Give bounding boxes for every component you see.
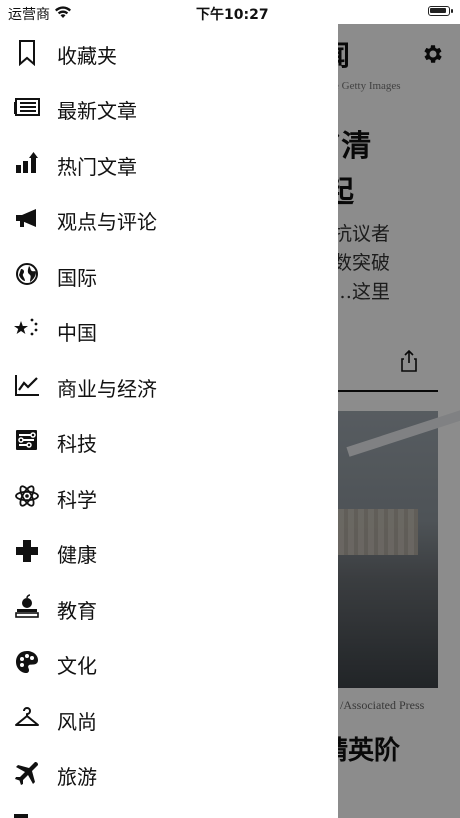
menu-item-label: 热门文章 [57,155,137,179]
battery-icon [428,6,453,16]
menu-item-culture[interactable]: 文化 [0,638,338,686]
menu-item-science[interactable]: 科学 [0,472,338,520]
menu-item-label: 教育 [57,599,97,623]
menu-item-latest[interactable]: 最新文章 [0,83,338,131]
stars-icon [14,318,38,336]
circuit-icon [16,430,37,450]
status-bar: 运营商 下午10:27 [0,0,460,24]
menu-item-label: 科学 [57,488,97,512]
status-time: 下午10:27 [196,7,269,23]
menu-item-label: 最新文章 [57,99,137,123]
menu-item-world[interactable]: 国际 [0,250,338,298]
books-apple-icon [15,594,39,618]
menu-item-label: 商业与经济 [57,377,157,401]
menu-item-technology[interactable]: 科技 [0,416,338,464]
menu-item-business[interactable]: 商业与经济 [0,361,338,409]
hanger-icon [15,707,39,726]
menu-item-favorites[interactable]: 收藏夹 [0,28,338,76]
globe-icon [16,263,38,285]
atom-icon [15,485,39,507]
menu-item-style[interactable]: 风尚 [0,694,338,742]
menu-item-popular[interactable]: 热门文章 [0,139,338,187]
menu-item-label: 国际 [57,266,97,290]
menu-item-opinion[interactable]: 观点与评论 [0,194,338,242]
chart-icon [15,375,39,396]
menu-item-partial [14,814,28,818]
palette-icon [16,651,38,673]
menu-item-health[interactable]: 健康 [0,527,338,575]
bookmark-icon [19,40,35,66]
airplane-icon [15,762,38,785]
side-drawer: 收藏夹 最新文章 热门文章 观点与评论 国际 中国 商业与经济 科技 科学 健康… [0,24,338,818]
megaphone-icon [16,209,36,227]
menu-item-label: 文化 [57,654,97,678]
menu-item-label: 旅游 [57,765,97,789]
menu-item-travel[interactable]: 旅游 [0,749,338,797]
trending-icon [16,152,38,173]
menu-item-label: 收藏夹 [57,44,117,68]
menu-item-label: 风尚 [57,710,97,734]
newspaper-icon [14,98,40,116]
wifi-icon [55,6,71,18]
menu-item-label: 健康 [57,543,97,567]
menu-item-label: 中国 [57,321,97,345]
menu-item-china[interactable]: 中国 [0,305,338,353]
menu-item-label: 观点与评论 [57,210,157,234]
carrier-label: 运营商 [8,7,50,23]
cross-icon [16,540,38,562]
menu-item-education[interactable]: 教育 [0,583,338,631]
menu-item-label: 科技 [57,432,97,456]
